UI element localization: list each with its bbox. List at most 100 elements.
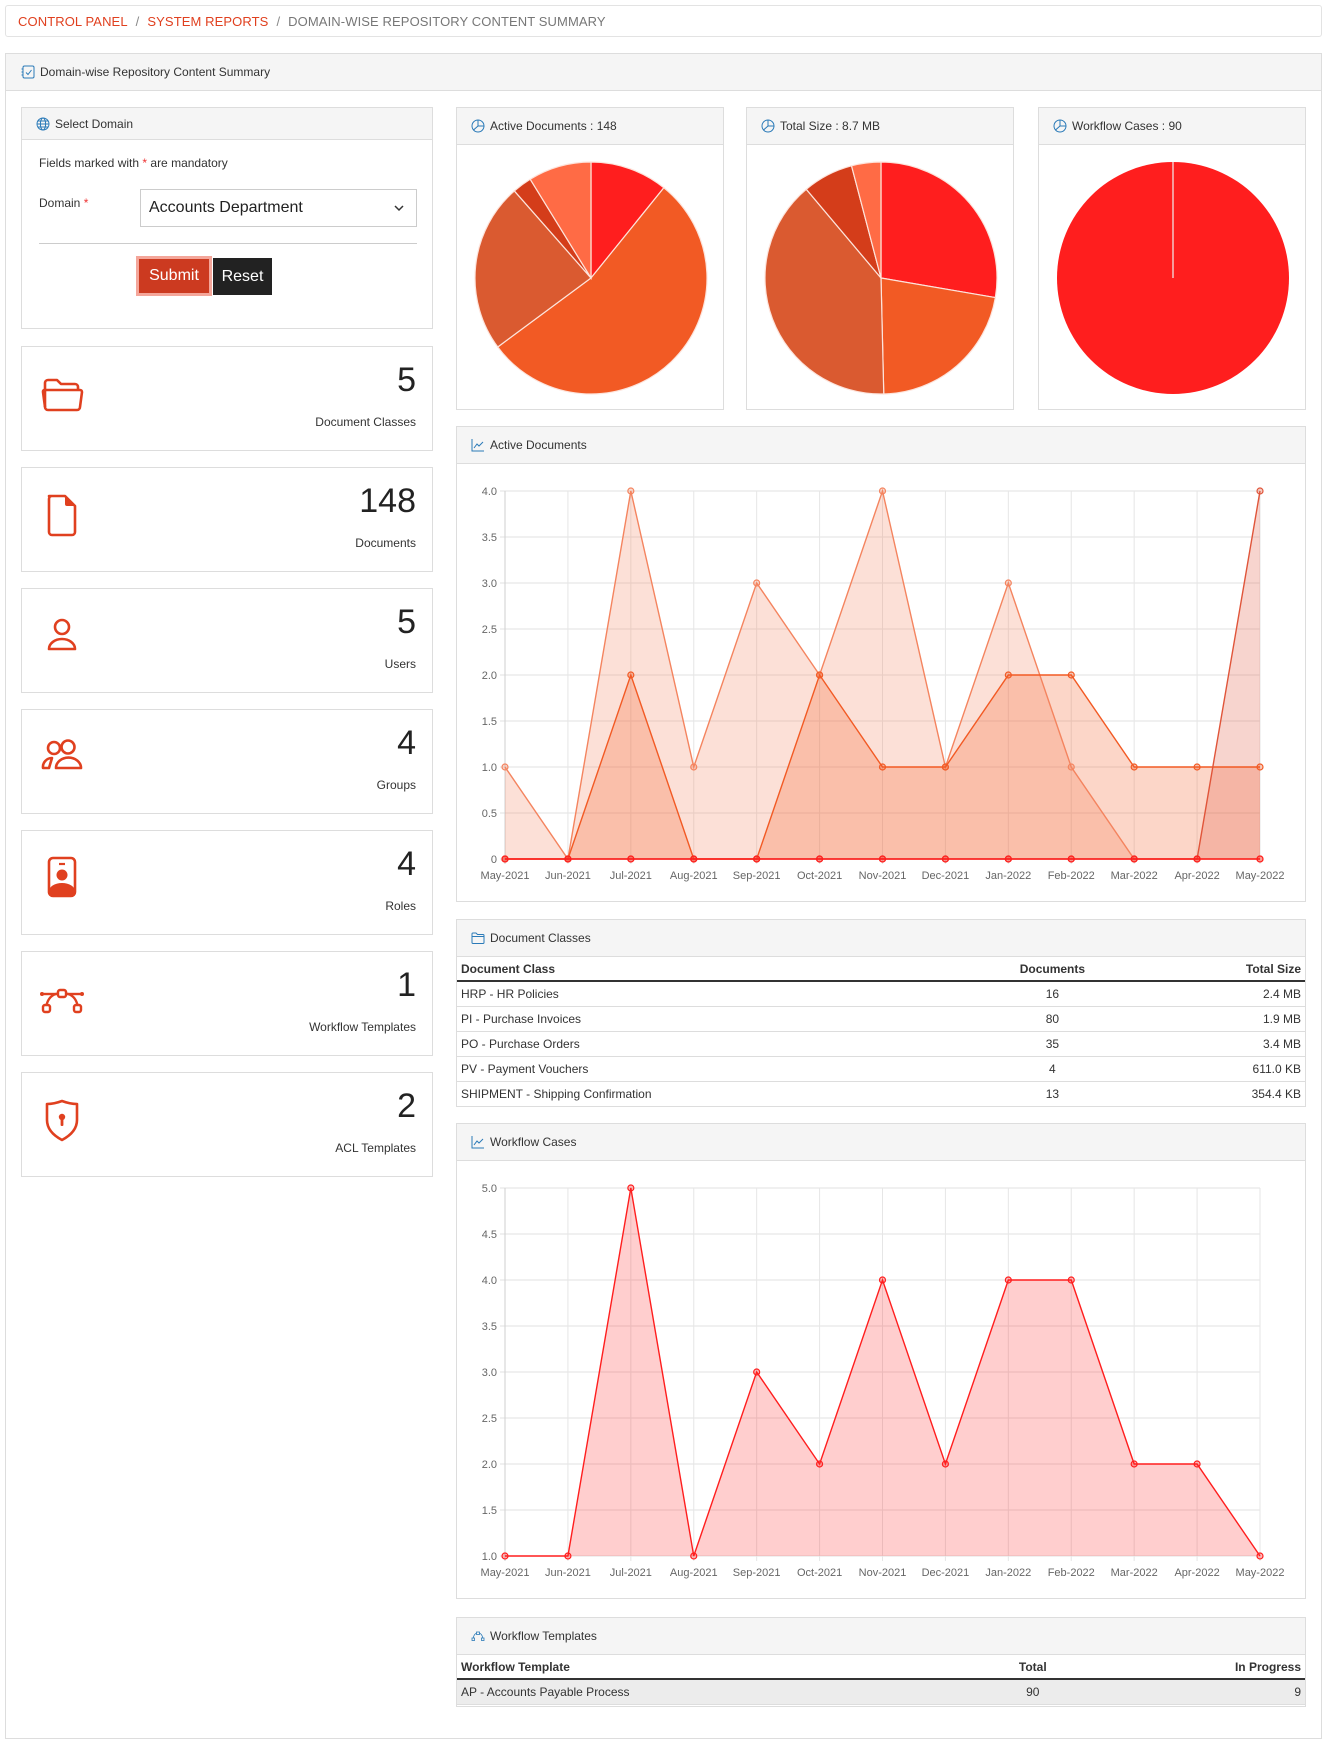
pie-slice[interactable] bbox=[880, 277, 997, 395]
column-header-document-class[interactable]: Document Class bbox=[457, 957, 960, 982]
data-point[interactable] bbox=[627, 855, 635, 863]
user-icon bbox=[47, 618, 77, 651]
table-card-header: Document Classes bbox=[457, 920, 1305, 957]
data-point[interactable] bbox=[690, 855, 698, 863]
column-header-workflow-template[interactable]: Workflow Template bbox=[457, 1655, 980, 1680]
breadcrumb-system-reports[interactable]: SYSTEM REPORTS bbox=[147, 14, 268, 29]
folder-icon bbox=[41, 378, 84, 412]
data-point[interactable] bbox=[878, 1276, 887, 1284]
x-tick-label: Jul-2021 bbox=[610, 1567, 652, 1579]
column-header-documents[interactable]: Documents bbox=[959, 957, 1146, 982]
y-tick-label: 4.5 bbox=[482, 1229, 497, 1241]
data-point[interactable] bbox=[815, 671, 824, 679]
data-point[interactable] bbox=[941, 1460, 950, 1468]
stat-value: 148 bbox=[359, 482, 416, 520]
domain-select[interactable]: Accounts Department bbox=[140, 189, 417, 227]
data-point[interactable] bbox=[1067, 1276, 1075, 1284]
data-point[interactable] bbox=[1256, 1552, 1264, 1560]
data-point[interactable] bbox=[1193, 855, 1201, 863]
pie-chart-icon bbox=[1053, 119, 1067, 133]
table-card-header: Workflow Templates bbox=[457, 1618, 1305, 1655]
select-domain-header: Select Domain bbox=[22, 108, 432, 140]
table-title: Workflow Templates bbox=[490, 1629, 597, 1643]
data-point[interactable] bbox=[1004, 579, 1012, 587]
x-tick-label: Jul-2021 bbox=[610, 870, 652, 882]
table-row: SHIPMENT - Shipping Confirmation 13 354.4 … bbox=[457, 1081, 1305, 1107]
data-point[interactable] bbox=[564, 1552, 572, 1560]
breadcrumb-control-panel[interactable]: CONTROL PANEL bbox=[18, 14, 128, 29]
data-point[interactable] bbox=[1067, 855, 1075, 863]
data-point[interactable] bbox=[753, 1368, 761, 1376]
data-point[interactable] bbox=[1193, 1460, 1201, 1468]
data-point[interactable] bbox=[690, 1552, 698, 1560]
main-panel-header: Domain-wise Repository Content Summary bbox=[6, 54, 1321, 91]
x-tick-label: May-2021 bbox=[481, 870, 530, 882]
column-header-in-progress[interactable]: In Progress bbox=[1085, 1655, 1305, 1680]
folder-icon bbox=[471, 932, 485, 944]
data-point[interactable] bbox=[564, 855, 572, 863]
column-header-total-size[interactable]: Total Size bbox=[1145, 957, 1305, 982]
cell-class: PV - Payment Vouchers bbox=[457, 1056, 960, 1082]
data-point[interactable] bbox=[1256, 487, 1264, 495]
domain-select-value: Accounts Department bbox=[149, 199, 303, 216]
x-tick-label: Feb-2022 bbox=[1048, 1567, 1095, 1579]
data-point[interactable] bbox=[1130, 1460, 1138, 1468]
select-domain-title: Select Domain bbox=[55, 116, 134, 131]
cell-size: 354.4 KB bbox=[1145, 1081, 1305, 1107]
y-tick-label: 3.5 bbox=[482, 1321, 497, 1333]
y-tick-label: 3.0 bbox=[482, 578, 497, 590]
pie-card-total-size: Total Size : 8.7 MB bbox=[746, 107, 1014, 410]
table-row: PO - Purchase Orders 35 3.4 MB bbox=[457, 1031, 1305, 1057]
pie-card-active-documents: Active Documents : 148 bbox=[456, 107, 724, 410]
data-point[interactable] bbox=[941, 763, 950, 771]
y-tick-label: 1.5 bbox=[482, 1505, 497, 1517]
breadcrumb: CONTROL PANEL / SYSTEM REPORTS / DOMAIN-… bbox=[5, 5, 1322, 37]
pie-card-header: Active Documents : 148 bbox=[457, 108, 723, 145]
pie-title: Active Documents : 148 bbox=[490, 119, 617, 133]
data-point[interactable] bbox=[878, 855, 887, 863]
data-point[interactable] bbox=[1130, 855, 1138, 863]
stat-label: Document Classes bbox=[315, 415, 416, 429]
y-tick-label: 0.5 bbox=[482, 808, 497, 820]
data-point[interactable] bbox=[501, 1552, 509, 1560]
data-point[interactable] bbox=[815, 855, 824, 863]
column-header-total[interactable]: Total bbox=[979, 1655, 1086, 1680]
data-point[interactable] bbox=[501, 763, 509, 771]
data-point[interactable] bbox=[1004, 855, 1012, 863]
data-point[interactable] bbox=[1004, 671, 1012, 679]
stat-card-groups: 4 Groups bbox=[21, 709, 433, 814]
pie-chart-workflow-cases bbox=[1057, 162, 1289, 394]
y-tick-label: 5.0 bbox=[482, 1183, 497, 1195]
data-point[interactable] bbox=[941, 855, 950, 863]
data-point[interactable] bbox=[1193, 763, 1201, 771]
data-point[interactable] bbox=[627, 487, 635, 495]
data-point[interactable] bbox=[690, 763, 698, 771]
workflow-templates-card: Workflow Templates Workflow Template Tot… bbox=[456, 1617, 1306, 1707]
table-row: PV - Payment Vouchers 4 611.0 KB bbox=[457, 1056, 1305, 1082]
x-tick-label: Mar-2022 bbox=[1111, 870, 1158, 882]
data-point[interactable] bbox=[815, 1460, 824, 1468]
data-point[interactable] bbox=[627, 671, 635, 679]
data-point[interactable] bbox=[1256, 763, 1264, 771]
cell-size: 1.9 MB bbox=[1145, 1006, 1305, 1032]
reset-button[interactable]: Reset bbox=[213, 258, 272, 295]
data-point[interactable] bbox=[627, 1184, 635, 1192]
data-point[interactable] bbox=[1256, 855, 1264, 863]
data-point[interactable] bbox=[1004, 1276, 1012, 1284]
submit-button[interactable]: Submit bbox=[136, 256, 212, 296]
x-tick-label: May-2022 bbox=[1236, 870, 1285, 882]
data-point[interactable] bbox=[1067, 763, 1075, 771]
stat-label: ACL Templates bbox=[335, 1141, 416, 1155]
form-divider bbox=[39, 243, 417, 244]
data-point[interactable] bbox=[753, 855, 761, 863]
workflow-icon bbox=[40, 988, 84, 1014]
data-point[interactable] bbox=[878, 763, 887, 771]
stat-label: Groups bbox=[376, 778, 416, 792]
x-tick-label: Oct-2021 bbox=[797, 870, 842, 882]
pie-slice[interactable] bbox=[880, 161, 998, 299]
data-point[interactable] bbox=[753, 579, 761, 587]
data-point[interactable] bbox=[1067, 671, 1075, 679]
data-point[interactable] bbox=[501, 855, 509, 863]
data-point[interactable] bbox=[1130, 763, 1138, 771]
data-point[interactable] bbox=[878, 487, 887, 495]
